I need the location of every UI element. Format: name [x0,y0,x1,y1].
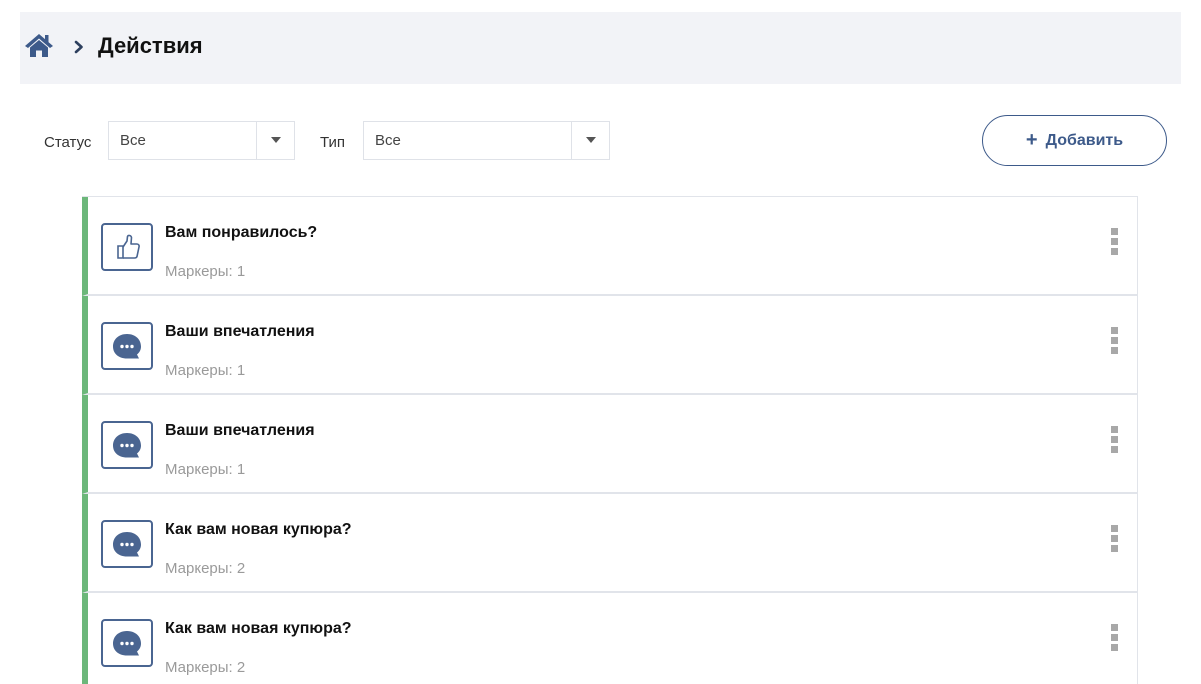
action-markers: Маркеры: 2 [165,659,246,676]
list-item[interactable]: Как вам новая купюра? Маркеры: 2 [82,593,1137,684]
actions-list: Вам понравилось? Маркеры: 1 Ваши впечатл… [82,196,1138,684]
chat-bubble-icon [101,421,153,469]
type-filter-value: Все [375,132,401,149]
list-item[interactable]: Ваши впечатления Маркеры: 1 [82,395,1137,494]
more-options-icon[interactable] [1111,327,1119,357]
list-item[interactable]: Вам понравилось? Маркеры: 1 [82,197,1137,296]
action-title: Ваши впечатления [165,323,315,340]
add-button-label: Добавить [1045,131,1124,149]
status-filter-select[interactable]: Все [108,121,295,160]
chevron-right-icon [72,40,86,54]
more-options-icon[interactable] [1111,228,1119,258]
status-filter-value: Все [120,132,146,149]
page-title: Действия [98,33,203,58]
page-container: Действия Статус Все Тип Все + Добавить В… [20,12,1181,684]
breadcrumb: Действия [20,12,1181,84]
more-options-icon[interactable] [1111,525,1119,555]
chat-bubble-icon [101,520,153,568]
type-filter-label: Тип [320,134,346,151]
chat-bubble-icon [101,619,153,667]
filter-bar: Статус Все Тип Все + Добавить [20,84,1181,194]
list-item[interactable]: Как вам новая купюра? Маркеры: 2 [82,494,1137,593]
action-markers: Маркеры: 1 [165,263,246,280]
action-title: Ваши впечатления [165,422,315,439]
action-markers: Маркеры: 1 [165,362,246,379]
chevron-down-icon[interactable] [571,122,609,159]
status-filter-label: Статус [44,134,92,151]
home-icon[interactable] [24,32,54,58]
thumbs-up-icon [101,223,153,271]
action-title: Как вам новая купюра? [165,521,352,538]
list-item[interactable]: Ваши впечатления Маркеры: 1 [82,296,1137,395]
chevron-down-icon[interactable] [256,122,294,159]
plus-icon: + [1025,128,1038,151]
action-title: Как вам новая купюра? [165,620,352,637]
chat-bubble-icon [101,322,153,370]
actions-panel: Статус Все Тип Все + Добавить Вам понрав… [20,84,1181,684]
more-options-icon[interactable] [1111,426,1119,456]
action-markers: Маркеры: 2 [165,560,246,577]
add-button[interactable]: + Добавить [982,115,1167,166]
type-filter-select[interactable]: Все [363,121,610,160]
action-title: Вам понравилось? [165,224,318,241]
action-markers: Маркеры: 1 [165,461,246,478]
more-options-icon[interactable] [1111,624,1119,654]
